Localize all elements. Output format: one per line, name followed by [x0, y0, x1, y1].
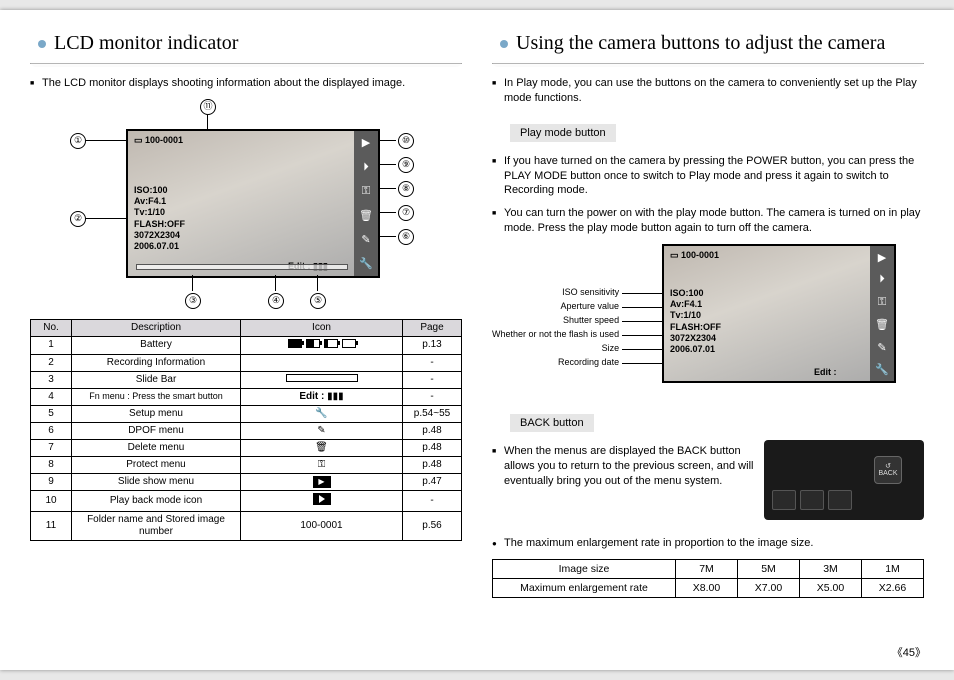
play-p2: You can turn the power on with the play …	[492, 206, 924, 236]
mini-lcd-edit: Edit :	[814, 367, 837, 377]
subhead-playmode: Play mode button	[510, 124, 616, 142]
mini-labels: ISO sensitivity Aperture value Shutter s…	[492, 286, 619, 370]
back-button-photo: ↺ BACK	[764, 440, 924, 520]
wrench-icon: 🔧	[356, 256, 376, 272]
table-row: 6DPOF menu✎p.48	[31, 422, 462, 439]
indicator-table: No. Description Icon Page 1Batteryp.13 2…	[30, 319, 462, 541]
lock-icon: ⚿	[356, 183, 376, 199]
subhead-back: BACK button	[510, 414, 594, 432]
play-icon: ▶	[356, 135, 376, 151]
table-row: 11Folder name and Stored image number100…	[31, 511, 462, 540]
table-row: 1Batteryp.13	[31, 336, 462, 354]
callout-11: ⑪	[200, 99, 216, 115]
back-button[interactable]: ↺ BACK	[874, 456, 902, 484]
callout-10: ⑩	[398, 133, 414, 149]
enlarge-table: Image size 7M 5M 3M 1M Maximum enlargeme…	[492, 559, 924, 598]
callout-9: ⑨	[398, 157, 414, 173]
lcd-info-block: ISO:100 Av:F4.1 Tv:1/10 FLASH:OFF 3072X2…	[134, 185, 185, 253]
left-intro: The LCD monitor displays shooting inform…	[30, 76, 462, 91]
page: LCD monitor indicator The LCD monitor di…	[0, 10, 954, 670]
lock-icon: ⚿	[872, 294, 892, 310]
page-number: 45	[892, 644, 926, 660]
callout-7: ⑦	[398, 205, 414, 221]
mini-lcd-wrap: ISO sensitivity Aperture value Shutter s…	[662, 244, 924, 404]
table-row: 7Delete menu🗑p.48	[31, 439, 462, 456]
lcd-diagram: ① ② ⑪ ▭ 100-0001 ISO:100 Av:F4.1 Tv:1/10…	[30, 103, 462, 313]
table-row: 2Recording Information-	[31, 354, 462, 371]
callout-4: ④	[268, 293, 284, 309]
trash-icon: 🗑	[356, 207, 376, 223]
mini-lcd-screen: ▭ 100-0001 ISO:100 Av:F4.1 Tv:1/10 FLASH…	[662, 244, 896, 383]
lcd-folder: ▭ 100-0001	[134, 135, 183, 146]
callout-3: ③	[185, 293, 201, 309]
slideshow-icon: ⏵	[872, 272, 892, 288]
lcd-slidebar	[136, 264, 348, 270]
back-text: When the menus are displayed the BACK bu…	[492, 444, 754, 489]
table-row: 5Setup menu🔧p.54~55	[31, 405, 462, 422]
lcd-screen: ▭ 100-0001 ISO:100 Av:F4.1 Tv:1/10 FLASH…	[126, 129, 380, 278]
callout-5: ⑤	[310, 293, 326, 309]
lcd-sidebar: ▶ ⏵ ⚿ 🗑 ✎ 🔧	[354, 131, 378, 276]
play-p1: If you have turned on the camera by pres…	[492, 154, 924, 199]
callout-8: ⑧	[398, 181, 414, 197]
dpof-icon: ✎	[356, 232, 376, 248]
enlarge-intro: The maximum enlargement rate in proporti…	[492, 536, 924, 551]
back-section: ↺ BACK When the menus are displayed the …	[492, 440, 924, 520]
right-intro: In Play mode, you can use the buttons on…	[492, 76, 924, 106]
table-row: 10Play back mode icon-	[31, 490, 462, 511]
callout-6: ⑥	[398, 229, 414, 245]
section-title-left: LCD monitor indicator	[30, 28, 462, 64]
wrench-icon: 🔧	[872, 362, 892, 378]
play-icon: ▶	[872, 249, 892, 265]
section-title-right: Using the camera buttons to adjust the c…	[492, 28, 924, 64]
slideshow-icon: ⏵	[356, 159, 376, 175]
callout-2: ②	[70, 211, 86, 227]
back-icon: ↺	[885, 462, 891, 470]
callout-1: ①	[70, 133, 86, 149]
dpof-icon: ✎	[872, 339, 892, 355]
table-row: 4Fn menu : Press the smart buttonEdit : …	[31, 388, 462, 405]
right-column: Using the camera buttons to adjust the c…	[492, 28, 924, 652]
table-row: 3Slide Bar-	[31, 371, 462, 388]
table-row: 9Slide show menup.47	[31, 473, 462, 490]
left-column: LCD monitor indicator The LCD monitor di…	[30, 28, 462, 652]
table-row: 8Protect menu⚿p.48	[31, 456, 462, 473]
trash-icon: 🗑	[872, 317, 892, 333]
